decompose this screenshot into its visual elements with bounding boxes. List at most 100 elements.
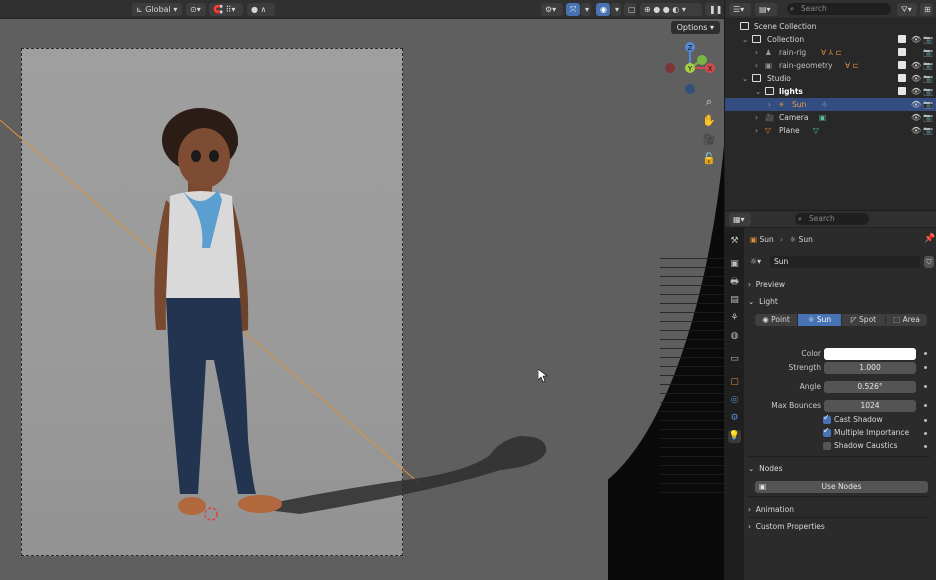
eye-icon[interactable]: 👁 <box>911 98 921 111</box>
eye-icon[interactable]: 👁 <box>911 33 921 46</box>
panel-custom-properties[interactable]: › Custom Properties <box>748 519 930 534</box>
animate-property-dot[interactable] <box>924 385 927 388</box>
render-camera-icon[interactable]: 📷 <box>923 111 933 124</box>
render-camera-icon[interactable]: 📷 <box>923 59 933 72</box>
panel-light[interactable]: ⌄ Light <box>748 294 930 309</box>
exclude-checkbox[interactable] <box>898 61 906 69</box>
cast-shadow-checkbox[interactable] <box>823 413 831 424</box>
panel-nodes[interactable]: ⌄ Nodes <box>748 461 930 476</box>
animate-property-dot[interactable] <box>924 432 927 435</box>
animate-property-dot[interactable] <box>924 404 927 407</box>
outliner-search-input[interactable]: ⌕ Search <box>787 3 891 15</box>
collection-tab-icon[interactable]: ▭ <box>728 353 741 366</box>
world-tab-icon[interactable]: ◍ <box>728 330 741 343</box>
properties-search-input[interactable]: ⌕ Search <box>795 213 869 225</box>
outliner-row-studio[interactable]: ⌄ Studio 👁 📷 <box>725 72 936 85</box>
eye-icon[interactable]: 👁 <box>911 124 921 137</box>
outliner-row-scene-collection[interactable]: Scene Collection <box>725 20 936 33</box>
render-camera-icon[interactable]: 📷 <box>923 46 933 59</box>
pan-hand-icon[interactable]: ✋ <box>701 113 717 129</box>
outliner-row-rain-rig[interactable]: › ♟ rain-rig ∀ ⅄ ⊏ 📷 <box>725 46 936 59</box>
gizmo-dropdown[interactable]: ▾ <box>581 3 591 16</box>
overlay-dropdown[interactable]: ▾ <box>611 3 621 16</box>
pause-render-button[interactable]: ❚❚ <box>705 3 722 16</box>
navigation-gizmo[interactable]: Z X Y <box>660 38 720 98</box>
shadow-caustics-label: Shadow Caustics <box>834 441 898 450</box>
panel-preview[interactable]: › Preview <box>748 277 930 292</box>
pin-icon[interactable]: 📌 <box>924 234 935 244</box>
strength-field[interactable]: 1.000 <box>824 362 916 374</box>
exclude-checkbox[interactable] <box>898 48 906 56</box>
light-type-point[interactable]: ◉ Point <box>755 314 797 326</box>
fake-user-shield-icon[interactable]: ⛉ <box>924 256 934 268</box>
panel-animation[interactable]: › Animation <box>748 502 930 517</box>
datablock-browse-button[interactable]: ☼▾ <box>750 256 768 268</box>
render-camera-icon[interactable]: 📷 <box>923 33 933 46</box>
editor-type-dropdown[interactable]: ☰▾ <box>729 3 751 16</box>
angle-field[interactable]: 0.526° <box>824 381 916 393</box>
view-layer-tab-icon[interactable]: ▤ <box>728 294 741 307</box>
editor-type-dropdown[interactable]: ▦▾ <box>729 213 751 226</box>
orientation-dropdown[interactable]: ⊾ Global ▾ <box>132 3 182 16</box>
eye-icon[interactable]: 👁 <box>911 72 921 85</box>
gizmo-toggle[interactable]: ⤧ <box>566 3 580 16</box>
use-nodes-button[interactable]: ▣ Use Nodes <box>755 481 928 493</box>
zoom-icon[interactable]: ⌕ <box>701 94 717 110</box>
xray-toggle[interactable]: ▢ <box>624 3 636 16</box>
animate-property-dot[interactable] <box>924 445 927 448</box>
outliner-row-rain-geometry[interactable]: › ▣ rain-geometry ∀ ⊏ 👁 📷 <box>725 59 936 72</box>
light-type-spot[interactable]: ◸ Spot <box>842 314 885 326</box>
exclude-checkbox[interactable] <box>898 35 906 43</box>
output-tab-icon[interactable]: 🖶 <box>728 276 741 289</box>
overlay-toggle[interactable]: ◉ <box>596 3 610 16</box>
display-mode-dropdown[interactable]: ▤▾ <box>755 3 777 16</box>
render-camera-icon[interactable]: 📷 <box>923 85 933 98</box>
options-dropdown[interactable]: Options ▾ <box>670 21 720 34</box>
outliner-row-sun[interactable]: › ☀ Sun ☼ 👁 📷 <box>725 98 936 111</box>
shading-modes[interactable]: ⊕ ● ● ◐ ▾ <box>640 3 702 16</box>
multiple-importance-checkbox[interactable] <box>823 426 831 437</box>
pivot-dropdown[interactable]: ⊙▾ <box>186 3 206 16</box>
properties-editor[interactable]: ▦▾ ⌕ Search ⚒ ▣ 🖶 ▤ ⚘ ◍ ▭ ▢ ◎ ⚙ 💡 ▣ Sun ›… <box>725 211 936 580</box>
scene-tab-icon[interactable]: ⚘ <box>728 312 741 325</box>
outliner-row-plane[interactable]: › ▽ Plane ▽ 👁 📷 <box>725 124 936 137</box>
color-swatch[interactable] <box>824 348 916 360</box>
max-bounces-field[interactable]: 1024 <box>824 400 916 412</box>
snap-controls[interactable]: 🧲 ⠿▾ <box>209 3 243 16</box>
object-tab-icon[interactable]: ▢ <box>728 376 741 389</box>
shadow-caustics-checkbox[interactable] <box>823 442 831 450</box>
outliner[interactable]: ☰▾ ▤▾ ⌕ Search ⛛▾ ⊞ Scene Collection ⌄ Co… <box>725 0 936 210</box>
filter-dropdown[interactable]: ⛛▾ <box>897 3 917 16</box>
render-camera-icon[interactable]: 📷 <box>923 124 933 137</box>
physics-tab-icon[interactable]: ◎ <box>728 394 741 407</box>
child-data-icons: ∀ ⊏ <box>845 61 859 70</box>
animate-property-dot[interactable] <box>924 352 927 355</box>
light-data-tab-icon[interactable]: 💡 <box>728 430 741 443</box>
lock-icon[interactable]: 🔓 <box>701 151 717 167</box>
eye-icon[interactable]: 👁 <box>911 85 921 98</box>
outliner-row-lights[interactable]: ⌄ lights 👁 📷 <box>725 85 936 98</box>
datablock-name-field[interactable]: Sun <box>770 256 920 268</box>
visibility-dropdown[interactable]: ⚙▾ <box>541 3 563 16</box>
new-collection-button[interactable]: ⊞ <box>920 3 933 16</box>
light-type-sun[interactable]: ☼ Sun <box>798 314 841 326</box>
camera-view-icon[interactable]: 🎥 <box>701 132 717 148</box>
proportional-editing[interactable]: ● ∧ <box>247 3 275 16</box>
render-camera-icon[interactable]: 📷 <box>923 98 933 111</box>
animate-property-dot[interactable] <box>924 419 927 422</box>
properties-header: ▦▾ ⌕ Search <box>725 211 936 228</box>
light-type-area[interactable]: ⬚ Area <box>886 314 927 326</box>
render-camera-icon[interactable]: 📷 <box>923 72 933 85</box>
tool-tab-icon[interactable]: ⚒ <box>728 235 741 248</box>
svg-text:Z: Z <box>688 44 693 52</box>
eye-icon[interactable]: 👁 <box>911 111 921 124</box>
constraints-tab-icon[interactable]: ⚙ <box>728 412 741 425</box>
render-tab-icon[interactable]: ▣ <box>728 258 741 271</box>
exclude-checkbox[interactable] <box>898 74 906 82</box>
eye-icon[interactable]: 👁 <box>911 59 921 72</box>
3d-viewport[interactable]: ⊾ Global ▾ ⊙▾ 🧲 ⠿▾ ● ∧ ⚙▾ ⤧ ▾ ◉ ▾ ▢ ⊕ ● … <box>0 0 724 580</box>
outliner-row-camera[interactable]: › 🎥 Camera ▣ 👁 📷 <box>725 111 936 124</box>
exclude-checkbox[interactable] <box>898 87 906 95</box>
animate-property-dot[interactable] <box>924 366 927 369</box>
outliner-row-collection[interactable]: ⌄ Collection 👁 📷 <box>725 33 936 46</box>
